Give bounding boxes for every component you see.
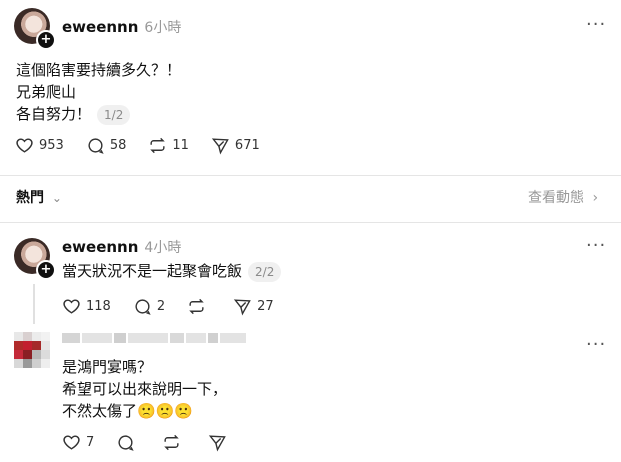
- send-icon: [233, 299, 251, 316]
- chevron-right-icon: ›: [592, 190, 599, 206]
- share-count: 671: [234, 138, 260, 153]
- post-time[interactable]: 6小時: [144, 20, 181, 36]
- like-count: 7: [86, 435, 95, 450]
- page-badge[interactable]: 2/2: [248, 262, 282, 282]
- reply1-actions: 118 2 27: [62, 297, 296, 316]
- comment-icon: [118, 435, 134, 451]
- sort-label: 熱門: [16, 190, 44, 206]
- reply1-time[interactable]: 4小時: [144, 240, 181, 256]
- repost-count: 11: [172, 138, 189, 153]
- blurred-avatar[interactable]: [14, 332, 50, 368]
- heart-icon: [16, 138, 33, 153]
- reply2-body: 是鴻門宴嗎？ 希望可以出來說明一下， 不然太傷了🙁🙁🙁: [62, 356, 227, 422]
- reply2-more-icon[interactable]: ···: [586, 334, 606, 355]
- reply1-more-icon[interactable]: ···: [586, 235, 606, 256]
- comment-icon: [88, 138, 104, 154]
- post-line-2: 兄弟爬山: [16, 83, 77, 101]
- heart-icon: [63, 299, 80, 314]
- comment-button[interactable]: [116, 433, 140, 452]
- sad-face-emojis: 🙁🙁🙁: [137, 402, 194, 420]
- heart-icon: [63, 435, 80, 450]
- post-line-3-text: 各自努力！: [16, 105, 92, 123]
- like-button[interactable]: 7: [62, 433, 94, 452]
- share-button[interactable]: 671: [211, 136, 260, 155]
- comment-button[interactable]: 58: [86, 136, 127, 155]
- view-activity-link[interactable]: 查看動態 ›: [528, 187, 598, 207]
- like-button[interactable]: 953: [15, 136, 64, 155]
- chevron-down-icon: ⌄: [51, 191, 62, 205]
- thread-line: [33, 284, 35, 324]
- reply2-line-3-text: 不然太傷了: [62, 402, 138, 420]
- follow-plus-icon[interactable]: +: [36, 260, 56, 280]
- send-icon: [211, 138, 229, 155]
- post-header: eweennn 6小時: [62, 17, 181, 37]
- author-avatar[interactable]: +: [14, 8, 56, 50]
- post-line-3: 各自努力！ 1/2: [16, 103, 181, 125]
- divider: [0, 222, 621, 223]
- divider: [0, 175, 621, 176]
- post-line-1: 這個陷害要持續多久？！: [16, 61, 182, 79]
- repost-button[interactable]: 11: [148, 136, 189, 155]
- repost-icon: [189, 298, 204, 315]
- post-actions: 953 58 11 671: [15, 136, 282, 155]
- reply-author-avatar[interactable]: +: [14, 238, 56, 280]
- reply1-text: 當天狀況不是一起聚會吃飯: [62, 262, 243, 280]
- share-button[interactable]: [208, 433, 232, 452]
- view-activity-label: 查看動態: [528, 190, 584, 206]
- comment-count: 58: [109, 138, 127, 153]
- sort-dropdown[interactable]: 熱門 ⌄: [16, 187, 62, 207]
- reply2-actions: 7: [62, 433, 254, 452]
- repost-icon: [164, 434, 180, 451]
- reply1-username[interactable]: eweennn: [62, 238, 138, 256]
- repost-button[interactable]: [187, 297, 211, 316]
- send-icon: [209, 435, 227, 452]
- reply1-header: eweennn 4小時: [62, 237, 181, 257]
- post-username[interactable]: eweennn: [62, 18, 138, 36]
- reply2-line-3: 不然太傷了🙁🙁🙁: [62, 400, 227, 422]
- blurred-username[interactable]: [62, 333, 246, 343]
- post-more-icon[interactable]: ···: [586, 14, 606, 35]
- page-badge[interactable]: 1/2: [97, 105, 131, 125]
- follow-plus-icon[interactable]: +: [36, 30, 56, 50]
- comment-button[interactable]: 2: [133, 297, 165, 316]
- repost-icon: [150, 137, 166, 154]
- like-count: 953: [39, 138, 64, 153]
- reply2-line-1: 是鴻門宴嗎？: [62, 358, 153, 376]
- reply2-line-2: 希望可以出來說明一下，: [62, 380, 228, 398]
- comment-count: 2: [156, 299, 166, 314]
- like-count: 118: [86, 299, 111, 314]
- repost-button[interactable]: [162, 433, 186, 452]
- post-body: 這個陷害要持續多久？！ 兄弟爬山 各自努力！ 1/2: [16, 59, 181, 125]
- comment-icon: [135, 299, 151, 315]
- reply1-body: 當天狀況不是一起聚會吃飯 2/2: [62, 260, 282, 282]
- share-count: 27: [257, 299, 274, 314]
- share-button[interactable]: 27: [233, 297, 274, 316]
- like-button[interactable]: 118: [62, 297, 111, 316]
